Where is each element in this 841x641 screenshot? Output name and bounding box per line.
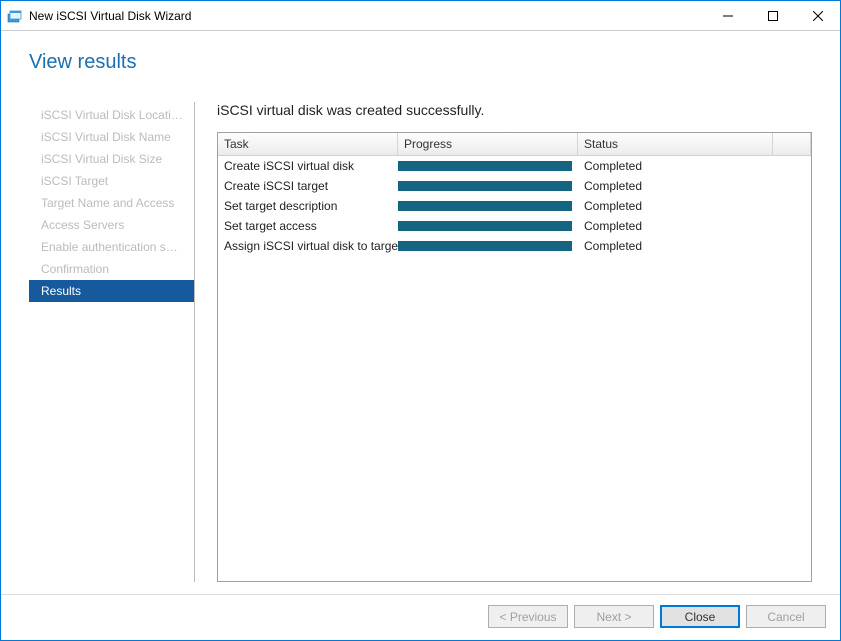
progress-bar (398, 181, 572, 191)
wizard-sidebar: iSCSI Virtual Disk Location iSCSI Virtua… (29, 102, 195, 582)
progress-cell (398, 200, 578, 212)
progress-bar (398, 221, 572, 231)
detail-pane: iSCSI virtual disk was created successfu… (195, 102, 812, 582)
close-button[interactable] (795, 1, 840, 30)
main-area: iSCSI Virtual Disk Location iSCSI Virtua… (1, 84, 840, 594)
task-cell: Set target access (218, 218, 398, 234)
next-button: Next > (574, 605, 654, 628)
progress-cell (398, 180, 578, 192)
app-icon (7, 8, 23, 24)
results-heading: iSCSI virtual disk was created successfu… (217, 102, 812, 118)
maximize-button[interactable] (750, 1, 795, 30)
sidebar-item-results: Results (29, 280, 194, 302)
sidebar-item-target-name: Target Name and Access (29, 192, 194, 214)
task-row: Assign iSCSI virtual disk to target Comp… (218, 236, 811, 256)
close-button-footer[interactable]: Close (660, 605, 740, 628)
task-cell: Create iSCSI target (218, 178, 398, 194)
titlebar: New iSCSI Virtual Disk Wizard (1, 1, 840, 31)
sidebar-item-size: iSCSI Virtual Disk Size (29, 148, 194, 170)
sidebar-item-confirm: Confirmation (29, 258, 194, 280)
col-empty (773, 133, 811, 155)
progress-bar (398, 201, 572, 211)
task-row: Create iSCSI target Completed (218, 176, 811, 196)
task-table-header: Task Progress Status (218, 133, 811, 156)
status-cell: Completed (578, 198, 811, 214)
col-task[interactable]: Task (218, 133, 398, 155)
sidebar-item-location: iSCSI Virtual Disk Location (29, 104, 194, 126)
status-cell: Completed (578, 158, 811, 174)
status-cell: Completed (578, 218, 811, 234)
progress-cell (398, 160, 578, 172)
task-table: Task Progress Status Create iSCSI virtua… (217, 132, 812, 582)
task-cell: Set target description (218, 198, 398, 214)
status-cell: Completed (578, 178, 811, 194)
task-row: Set target access Completed (218, 216, 811, 236)
footer: < Previous Next > Close Cancel (1, 594, 840, 640)
col-progress[interactable]: Progress (398, 133, 578, 155)
sidebar-item-target: iSCSI Target (29, 170, 194, 192)
sidebar-item-name: iSCSI Virtual Disk Name (29, 126, 194, 148)
col-status[interactable]: Status (578, 133, 773, 155)
progress-cell (398, 220, 578, 232)
task-cell: Create iSCSI virtual disk (218, 158, 398, 174)
previous-button: < Previous (488, 605, 568, 628)
sidebar-item-auth: Enable authentication ser... (29, 236, 194, 258)
sidebar-item-access: Access Servers (29, 214, 194, 236)
window-controls (705, 1, 840, 30)
minimize-button[interactable] (705, 1, 750, 30)
task-row: Create iSCSI virtual disk Completed (218, 156, 811, 176)
window-title: New iSCSI Virtual Disk Wizard (29, 9, 705, 23)
task-row: Set target description Completed (218, 196, 811, 216)
page-title: View results (29, 51, 812, 74)
status-cell: Completed (578, 238, 811, 254)
progress-bar (398, 241, 572, 251)
content: View results iSCSI Virtual Disk Location… (1, 31, 840, 640)
task-rows: Create iSCSI virtual disk Completed Crea… (218, 156, 811, 581)
task-cell: Assign iSCSI virtual disk to target (218, 238, 398, 254)
page-header: View results (1, 31, 840, 84)
progress-bar (398, 161, 572, 171)
progress-cell (398, 240, 578, 252)
cancel-button: Cancel (746, 605, 826, 628)
